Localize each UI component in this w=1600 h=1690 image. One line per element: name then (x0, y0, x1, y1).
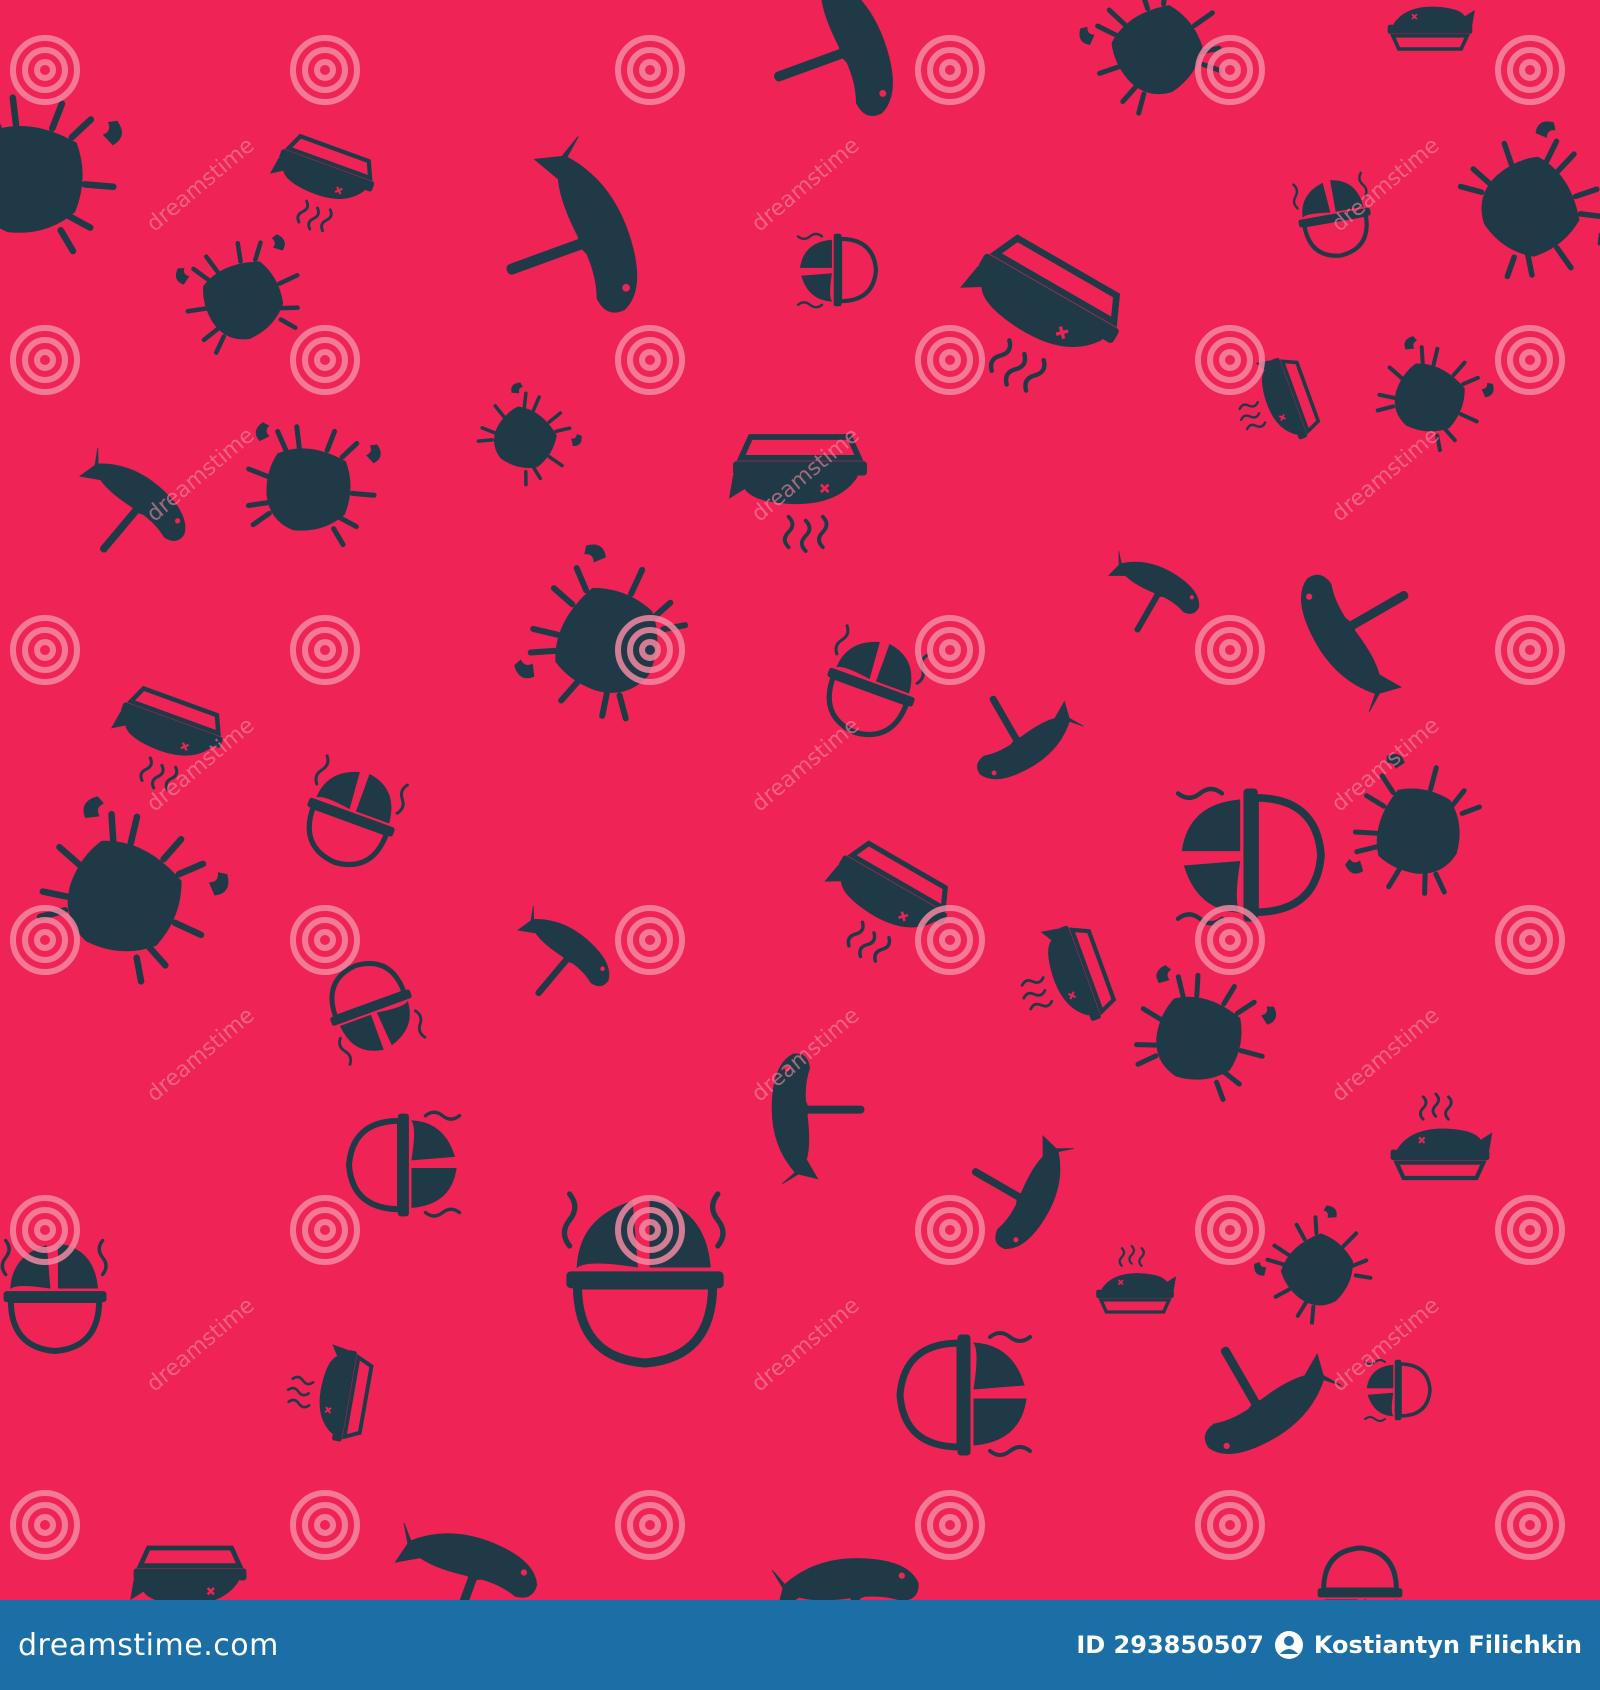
image-credit: ID 293850507 Kostiantyn Filichkin (1076, 1630, 1582, 1660)
author-name[interactable]: Kostiantyn Filichkin (1314, 1631, 1582, 1659)
site-name[interactable]: dreamstime.com (18, 1628, 279, 1663)
seamless-seafood-pattern: dreamstime dreamstime dreamstimedreamstime… (0, 0, 1600, 1600)
author-icon (1274, 1631, 1303, 1659)
stock-footer: dreamstime.com ID 293850507 Kostiantyn F… (0, 1600, 1600, 1690)
image-id: ID 293850507 (1076, 1631, 1264, 1659)
